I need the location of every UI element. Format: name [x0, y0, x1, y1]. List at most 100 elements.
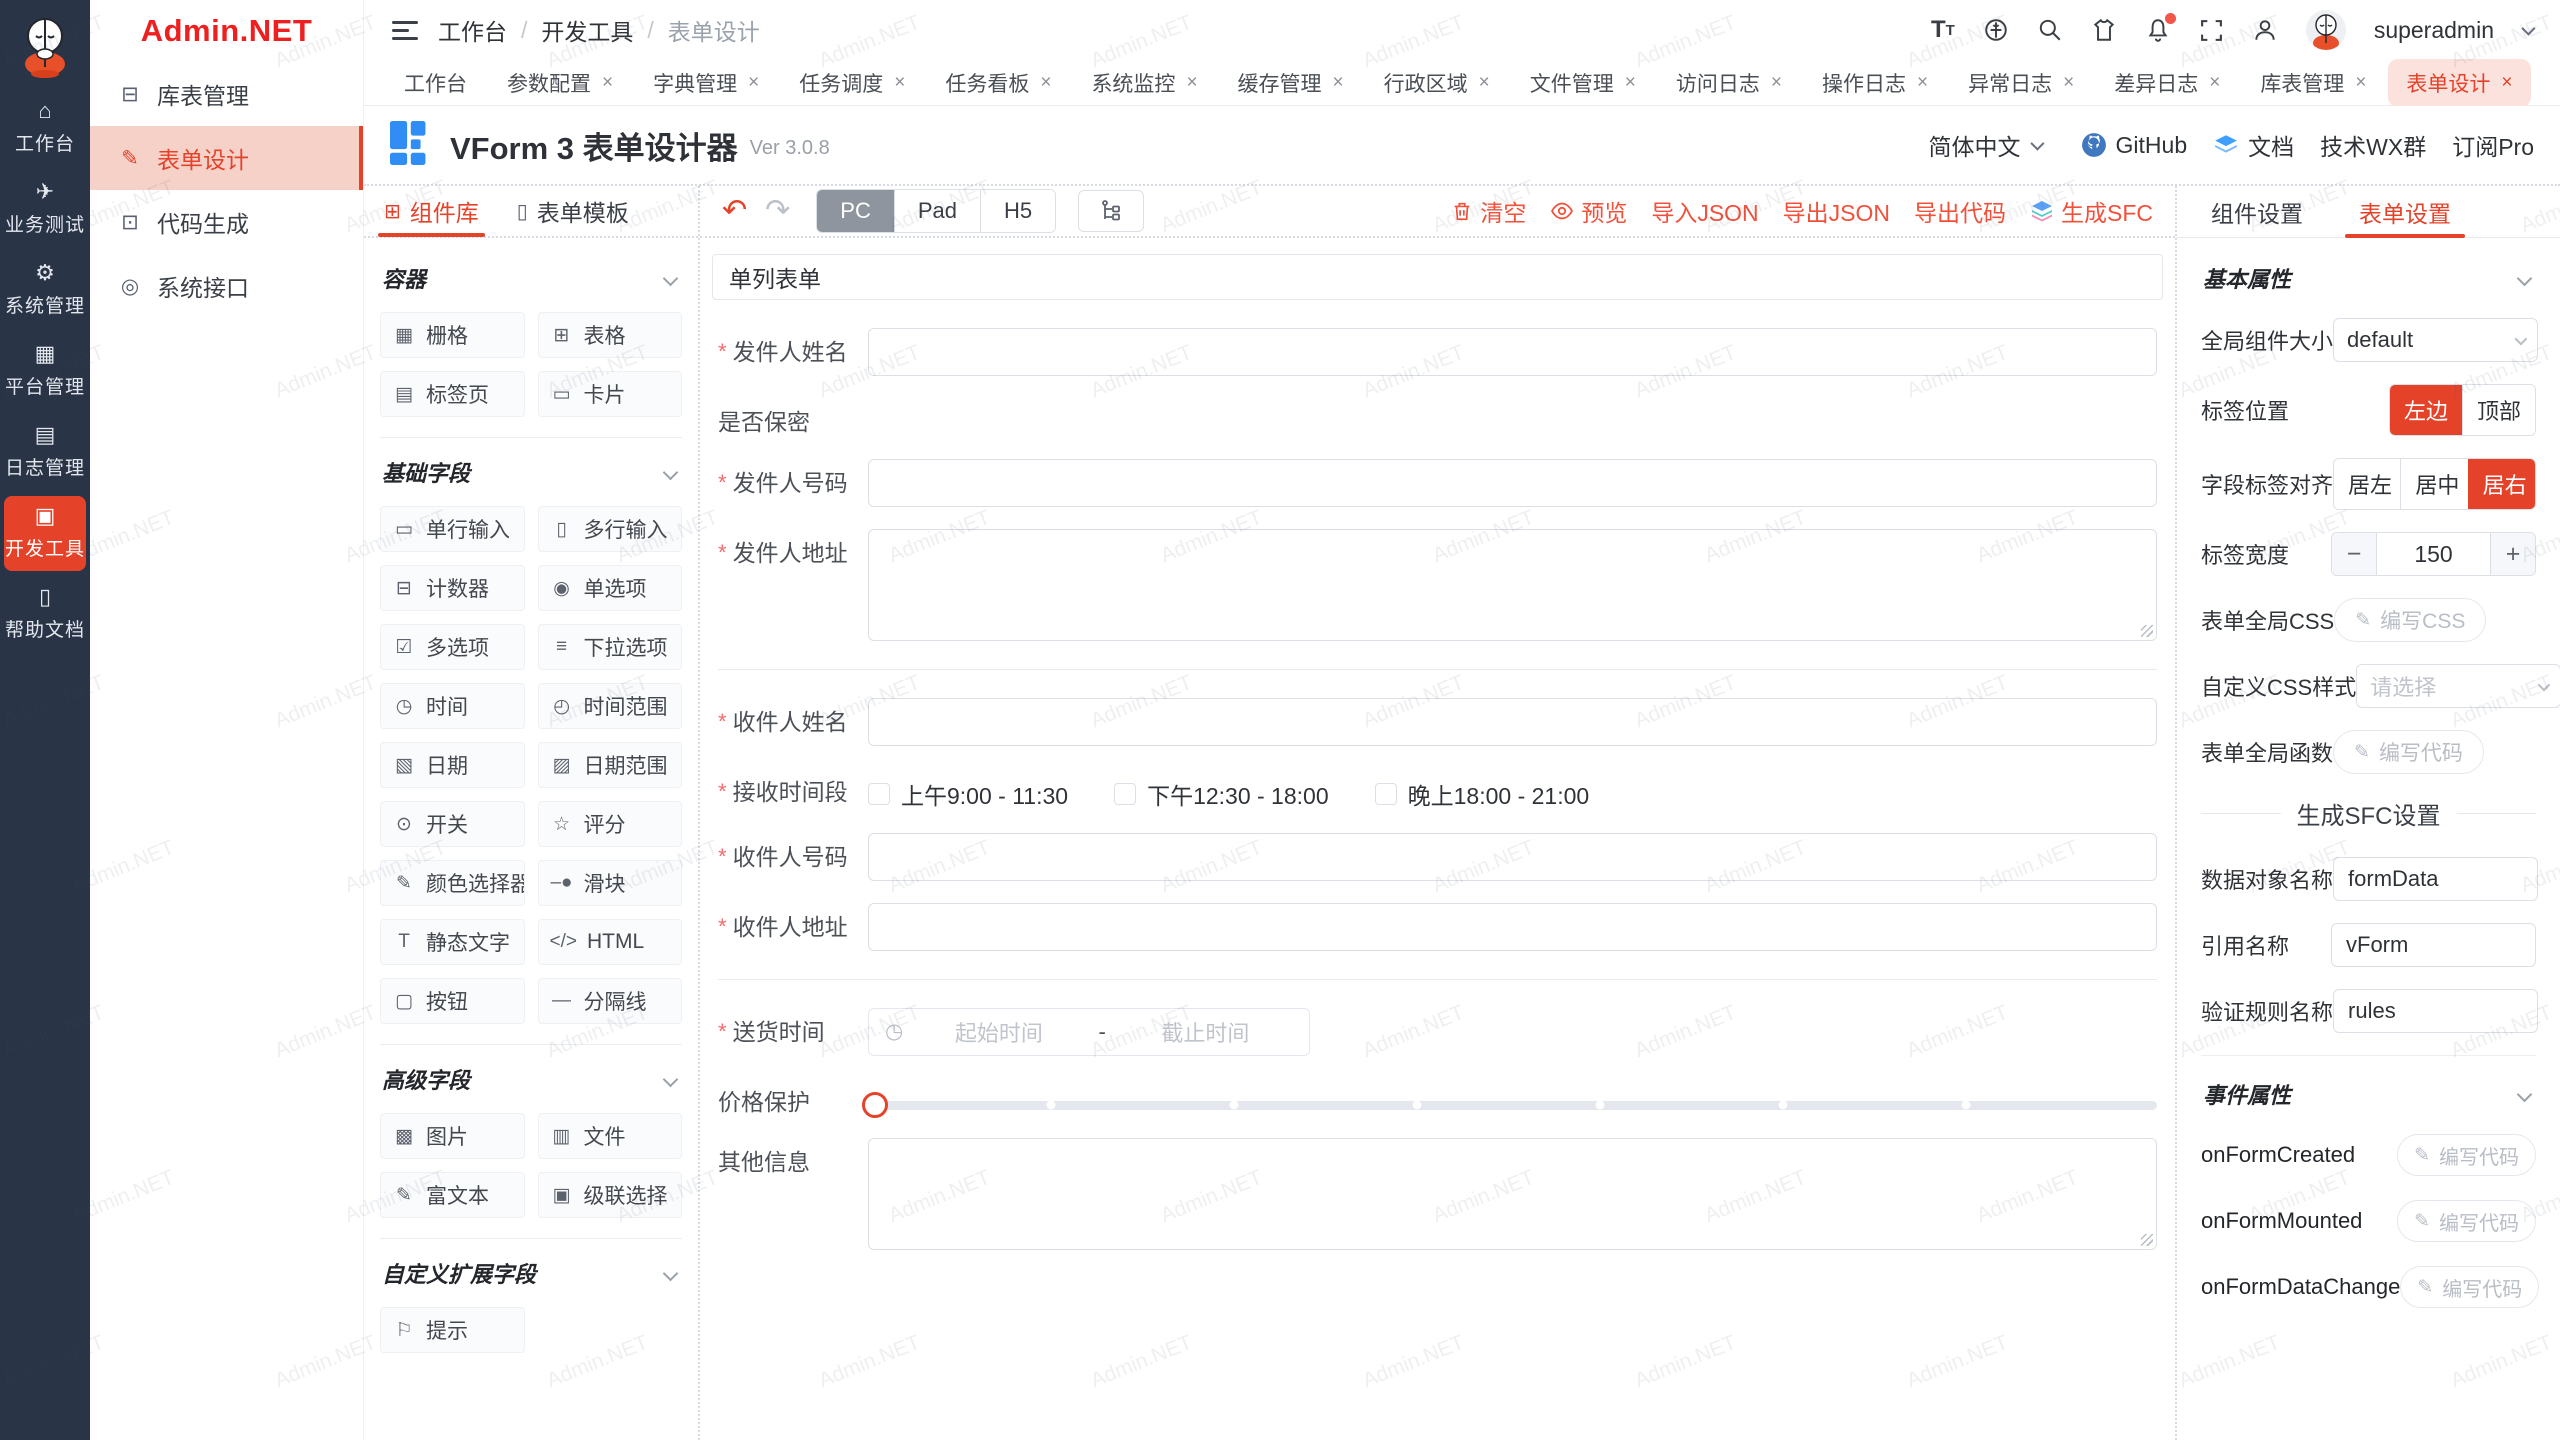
rail-item-system-mgmt[interactable]: ⚙ 系统管理: [4, 253, 86, 328]
checkbox-icon[interactable]: [868, 783, 890, 805]
field-price-protection[interactable]: 价格保护: [718, 1078, 2157, 1117]
font-size-icon[interactable]: TT: [1931, 16, 1955, 44]
tab-close-icon[interactable]: ×: [2209, 73, 2220, 92]
recipient-address-input[interactable]: [868, 903, 2157, 951]
open-tab[interactable]: 参数配置×: [489, 59, 631, 107]
chevron-down-icon[interactable]: [663, 1071, 679, 1087]
sender-address-textarea[interactable]: [868, 529, 2157, 641]
generate-sfc-button[interactable]: 生成SFC: [2030, 194, 2153, 228]
rail-item-help-docs[interactable]: ▯ 帮助文档: [4, 577, 86, 652]
checkbox-afternoon[interactable]: 下午12:30 - 18:00: [1114, 777, 1329, 811]
stepper-plus-button[interactable]: +: [2491, 533, 2535, 575]
rail-item-business-test[interactable]: ✈ 业务测试: [4, 172, 86, 247]
open-tab[interactable]: 文件管理×: [1512, 59, 1654, 107]
tab-close-icon[interactable]: ×: [2501, 73, 2512, 92]
sender-name-input[interactable]: [868, 328, 2157, 376]
form-title-widget[interactable]: 单列表单: [712, 254, 2163, 300]
palette-item-card[interactable]: ▭卡片: [538, 371, 683, 417]
field-other-info[interactable]: 其他信息: [718, 1138, 2157, 1250]
palette-item-radio[interactable]: ◉单选项: [538, 565, 683, 611]
collapse-menu-icon[interactable]: [392, 21, 418, 40]
palette-item-divider[interactable]: —分隔线: [538, 978, 683, 1024]
price-protection-slider[interactable]: [868, 1101, 2157, 1110]
palette-item-time-range[interactable]: ◴时间范围: [538, 683, 683, 729]
palette-item-textarea[interactable]: ▯多行输入: [538, 506, 683, 552]
palette-item-switch[interactable]: ⊙开关: [380, 801, 525, 847]
open-tab[interactable]: 行政区域×: [1366, 59, 1508, 107]
field-sender-name[interactable]: *发件人姓名: [718, 328, 2157, 376]
clear-button[interactable]: 清空: [1451, 194, 1526, 228]
tab-close-icon[interactable]: ×: [894, 73, 905, 92]
open-tab[interactable]: 访问日志×: [1658, 59, 1800, 107]
chevron-down-icon[interactable]: [663, 270, 679, 286]
custom-css-select[interactable]: 请选择: [2356, 664, 2560, 708]
label-position-left[interactable]: 左边: [2390, 385, 2462, 435]
chevron-down-icon[interactable]: [2517, 1086, 2533, 1102]
palette-item-rich-editor[interactable]: ✎富文本: [380, 1172, 525, 1218]
profile-icon[interactable]: [2252, 17, 2278, 43]
palette-item-grid[interactable]: ▦栅格: [380, 312, 525, 358]
checkbox-icon[interactable]: [1375, 783, 1397, 805]
redo-icon[interactable]: ↷: [765, 196, 790, 226]
write-code-button[interactable]: ✎编写代码: [2397, 1134, 2536, 1176]
tab-close-icon[interactable]: ×: [1333, 73, 1344, 92]
rail-item-log-mgmt[interactable]: ▤ 日志管理: [4, 415, 86, 490]
palette-item-picture[interactable]: ▩图片: [380, 1113, 525, 1159]
username-label[interactable]: superadmin: [2374, 17, 2494, 44]
breadcrumb-dev-tools[interactable]: 开发工具: [541, 13, 633, 47]
palette-item-slider[interactable]: –●滑块: [538, 860, 683, 906]
slider-handle[interactable]: [862, 1092, 888, 1118]
open-tab[interactable]: 字典管理×: [635, 59, 777, 107]
palette-item-select[interactable]: ≡下拉选项: [538, 624, 683, 670]
undo-icon[interactable]: ↶: [722, 196, 747, 226]
sidebar-item-system-api[interactable]: ◎ 系统接口: [90, 254, 363, 318]
tab-close-icon[interactable]: ×: [1040, 73, 1051, 92]
open-tab[interactable]: 差异日志×: [2096, 59, 2238, 107]
tab-form-templates[interactable]: ▯ 表单模板: [511, 186, 635, 236]
search-icon[interactable]: [2037, 17, 2063, 43]
ref-name-input[interactable]: vForm: [2331, 923, 2536, 967]
open-tab[interactable]: 异常日志×: [1950, 59, 2092, 107]
palette-item-table[interactable]: ⊞表格: [538, 312, 683, 358]
tab-close-icon[interactable]: ×: [1479, 73, 1490, 92]
write-css-button[interactable]: ✎编写CSS: [2334, 598, 2486, 642]
palette-item-cascader[interactable]: ▣级联选择: [538, 1172, 683, 1218]
recipient-phone-input[interactable]: [868, 833, 2157, 881]
chevron-down-icon[interactable]: [663, 464, 679, 480]
palette-item-date-range[interactable]: ▨日期范围: [538, 742, 683, 788]
tab-form-settings[interactable]: 表单设置: [2351, 186, 2459, 237]
tab-close-icon[interactable]: ×: [2063, 73, 2074, 92]
range-end-placeholder[interactable]: 截止时间: [1118, 1016, 1293, 1048]
checkbox-icon[interactable]: [1114, 783, 1136, 805]
language-select[interactable]: 简体中文: [1929, 128, 2041, 162]
open-tab[interactable]: 缓存管理×: [1220, 59, 1362, 107]
checkbox-morning[interactable]: 上午9:00 - 11:30: [868, 777, 1068, 811]
export-code-button[interactable]: 导出代码: [1914, 194, 2006, 228]
tab-close-icon[interactable]: ×: [1625, 73, 1636, 92]
preview-button[interactable]: 预览: [1550, 194, 1627, 228]
github-link[interactable]: GitHub: [2081, 132, 2188, 159]
align-right[interactable]: 居右: [2468, 459, 2535, 509]
palette-item-input[interactable]: ▭单行输入: [380, 506, 525, 552]
rail-item-workbench[interactable]: ⌂ 工作台: [4, 91, 86, 166]
tab-close-icon[interactable]: ×: [602, 73, 613, 92]
open-tab[interactable]: 操作日志×: [1804, 59, 1946, 107]
fullscreen-icon[interactable]: [2199, 18, 2224, 43]
checkbox-evening[interactable]: 晚上18:00 - 21:00: [1375, 777, 1590, 811]
palette-item-time[interactable]: ◷时间: [380, 683, 525, 729]
sender-phone-input[interactable]: [868, 459, 2157, 507]
field-delivery-time[interactable]: *送货时间 ◷ 起始时间 - 截止时间: [718, 1008, 2157, 1056]
open-tab[interactable]: 库表管理×: [2242, 59, 2384, 107]
import-json-button[interactable]: 导入JSON: [1651, 194, 1758, 228]
field-receive-slots[interactable]: *接收时间段 上午9:00 - 11:30 下午12:30 - 18:00 晚上…: [718, 768, 2157, 811]
write-code-button[interactable]: ✎编写代码: [2400, 1266, 2539, 1308]
notification-bell-icon[interactable]: [2145, 17, 2171, 43]
breadcrumb-workbench[interactable]: 工作台: [438, 13, 507, 47]
palette-item-button[interactable]: ▢按钮: [380, 978, 525, 1024]
label-position-top[interactable]: 顶部: [2462, 385, 2535, 435]
palette-item-rate[interactable]: ☆评分: [538, 801, 683, 847]
align-left[interactable]: 居左: [2334, 459, 2400, 509]
chevron-down-icon[interactable]: [2521, 22, 2535, 36]
recipient-name-input[interactable]: [868, 698, 2157, 746]
align-center[interactable]: 居中: [2400, 459, 2467, 509]
